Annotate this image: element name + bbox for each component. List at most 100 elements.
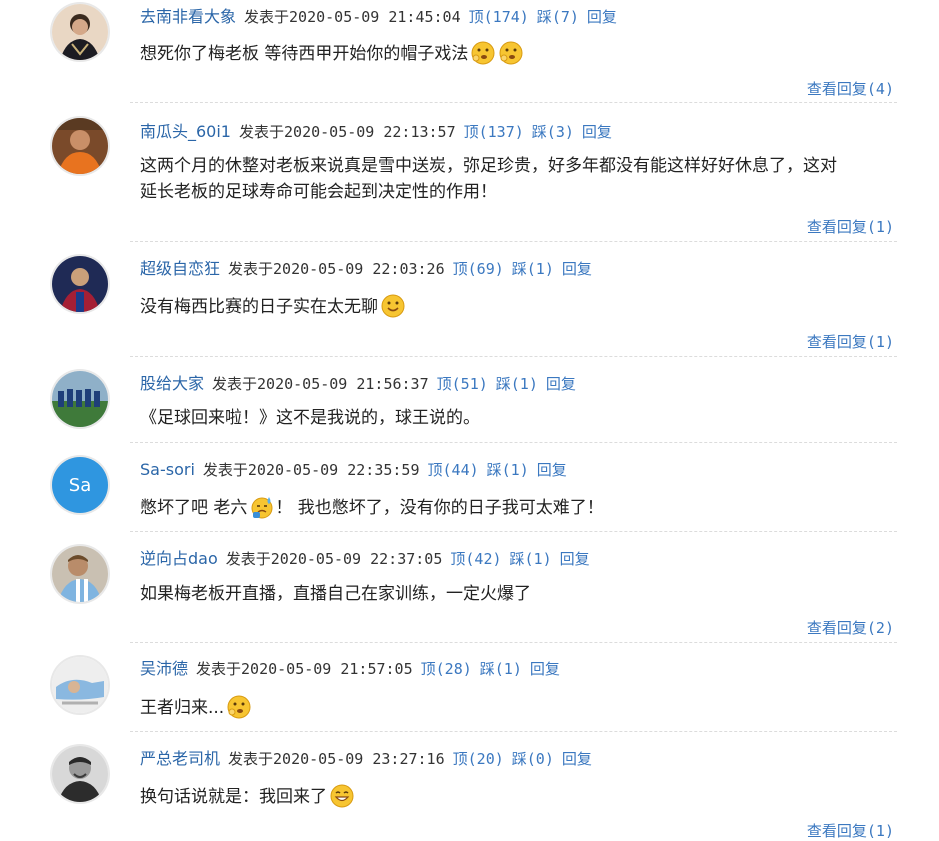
reply-count: (1)	[866, 218, 894, 236]
downvote-count: (1)	[524, 550, 552, 568]
post-time: 2020-05-09 22:37:05	[270, 550, 443, 568]
user-avatar[interactable]	[52, 256, 108, 312]
downvote-button[interactable]: 踩(1)	[487, 461, 529, 479]
post-time: 2020-05-09 21:45:04	[289, 8, 461, 26]
reply-count: (1)	[866, 333, 894, 351]
upvote-count: (51)	[451, 375, 488, 393]
downvote-label: 踩	[511, 260, 527, 278]
comment-text: 想死你了梅老板 等待西甲开始你的帽子戏法	[140, 40, 900, 67]
downvote-button[interactable]: 踩(7)	[537, 8, 579, 26]
upvote-button[interactable]: 顶(28)	[421, 660, 472, 678]
avatar-initials: Sa	[68, 474, 92, 496]
comment-text-line: 《足球回来啦！》这不是我说的，球王说的。	[140, 408, 480, 428]
user-avatar[interactable]	[52, 371, 108, 427]
post-time: 2020-05-09 22:13:57	[284, 123, 456, 141]
comment-meta: 去南非看大象 发表于2020-05-09 21:45:04 顶(174) 踩(7) 回复	[140, 7, 617, 27]
upvote-count: (69)	[467, 260, 504, 278]
upvote-button[interactable]: 顶(20)	[453, 750, 504, 768]
downvote-button[interactable]: 踩(0)	[512, 750, 554, 768]
user-avatar[interactable]	[52, 118, 108, 174]
comment-text: 没有梅西比赛的日子实在太无聊	[140, 293, 900, 320]
upvote-button[interactable]: 顶(51)	[437, 375, 488, 393]
downvote-button[interactable]: 踩(1)	[480, 660, 522, 678]
user-avatar[interactable]	[52, 546, 108, 602]
posted-label: 发表于	[244, 8, 290, 26]
upvote-count: (28)	[435, 660, 472, 678]
view-replies-label: 查看回复	[806, 333, 867, 351]
username-link[interactable]: 超级自恋狂	[140, 259, 220, 278]
grin-emoji-icon	[330, 784, 354, 808]
view-replies-label: 查看回复	[806, 619, 867, 637]
reply-count: (4)	[866, 80, 894, 98]
username-link[interactable]: 去南非看大象	[140, 7, 236, 26]
view-replies-link[interactable]: 查看回复(1)	[807, 331, 894, 352]
downvote-label: 踩	[479, 660, 495, 678]
view-replies-link[interactable]: 查看回复(2)	[807, 617, 894, 638]
reply-button[interactable]: 回复	[582, 123, 612, 141]
username-link[interactable]: Sa-sori	[140, 460, 195, 479]
reply-button[interactable]: 回复	[537, 461, 567, 479]
user-avatar[interactable]	[52, 4, 108, 60]
view-replies-link[interactable]: 查看回复(1)	[807, 820, 894, 841]
posted-label: 发表于	[202, 461, 248, 479]
view-replies-link[interactable]: 查看回复(1)	[807, 216, 894, 237]
upvote-button[interactable]: 顶(42)	[450, 550, 501, 568]
reply-button[interactable]: 回复	[587, 8, 617, 26]
comment-text: 《足球回来啦！》这不是我说的，球王说的。	[140, 405, 900, 431]
username-link[interactable]: 严总老司机	[140, 749, 220, 768]
downvote-button[interactable]: 踩(1)	[510, 550, 552, 568]
upvote-button[interactable]: 顶(44)	[428, 461, 479, 479]
thinking-emoji-icon	[227, 695, 251, 719]
downvote-label: 踩	[531, 123, 547, 141]
comment-divider	[130, 442, 897, 443]
downvote-button[interactable]: 踩(1)	[512, 260, 554, 278]
username-link[interactable]: 股给大家	[140, 374, 204, 393]
user-avatar[interactable]: Sa	[52, 457, 108, 513]
comment-meta: 南瓜头_60i1 发表于2020-05-09 22:13:57 顶(137) 踩(3)…	[140, 122, 612, 142]
upvote-button[interactable]: 顶(137)	[464, 123, 524, 141]
downvote-count: (1)	[501, 461, 529, 479]
reply-button[interactable]: 回复	[530, 660, 560, 678]
user-avatar[interactable]	[52, 657, 108, 713]
comment-meta: 超级自恋狂 发表于2020-05-09 22:03:26 顶(69) 踩(1) 回复	[140, 259, 592, 279]
upvote-label: 顶	[452, 750, 468, 768]
upvote-label: 顶	[463, 123, 479, 141]
downvote-button[interactable]: 踩(1)	[496, 375, 538, 393]
view-replies-link[interactable]: 查看回复(4)	[807, 78, 894, 99]
posted-label: 发表于	[225, 550, 271, 568]
username-link[interactable]: 逆向占dao	[140, 549, 218, 568]
post-time: 2020-05-09 21:57:05	[241, 660, 413, 678]
upvote-label: 顶	[450, 550, 466, 568]
reply-button[interactable]: 回复	[562, 750, 592, 768]
username-link[interactable]: 吴沛德	[140, 659, 188, 678]
downvote-button[interactable]: 踩(3)	[532, 123, 574, 141]
reply-button[interactable]: 回复	[560, 550, 590, 568]
upvote-button[interactable]: 顶(174)	[469, 8, 529, 26]
downvote-count: (3)	[546, 123, 574, 141]
post-time: 2020-05-09 21:56:37	[257, 375, 429, 393]
upvote-count: (174)	[483, 8, 529, 26]
username-link[interactable]: 南瓜头_60i1	[140, 122, 231, 141]
comment-meta: Sa-sori 发表于2020-05-09 22:35:59 顶(44) 踩(1) 回复	[140, 460, 567, 480]
downvote-count: (1)	[526, 260, 554, 278]
upvote-button[interactable]: 顶(69)	[453, 260, 504, 278]
comment-text-line: 没有梅西比赛的日子实在太无聊	[140, 297, 378, 317]
user-avatar[interactable]	[52, 746, 108, 802]
posted-label: 发表于	[212, 375, 258, 393]
comment-text-line: 想死你了梅老板 等待西甲开始你的帽子戏法	[140, 44, 469, 64]
comment-divider	[130, 531, 897, 532]
view-replies-label: 查看回复	[806, 218, 867, 236]
downvote-label: 踩	[511, 750, 527, 768]
post-time: 2020-05-09 22:35:59	[247, 461, 420, 479]
upvote-label: 顶	[436, 375, 452, 393]
comment-meta: 股给大家 发表于2020-05-09 21:56:37 顶(51) 踩(1) 回复	[140, 374, 576, 394]
downvote-count: (1)	[494, 660, 522, 678]
downvote-label: 踩	[536, 8, 552, 26]
reply-button[interactable]: 回复	[546, 375, 576, 393]
upvote-count: (137)	[478, 123, 524, 141]
comment-text: 换句话说就是：我回来了	[140, 783, 900, 810]
comment-divider	[130, 241, 897, 242]
upvote-label: 顶	[468, 8, 484, 26]
reply-button[interactable]: 回复	[562, 260, 592, 278]
comment-divider	[130, 731, 897, 732]
